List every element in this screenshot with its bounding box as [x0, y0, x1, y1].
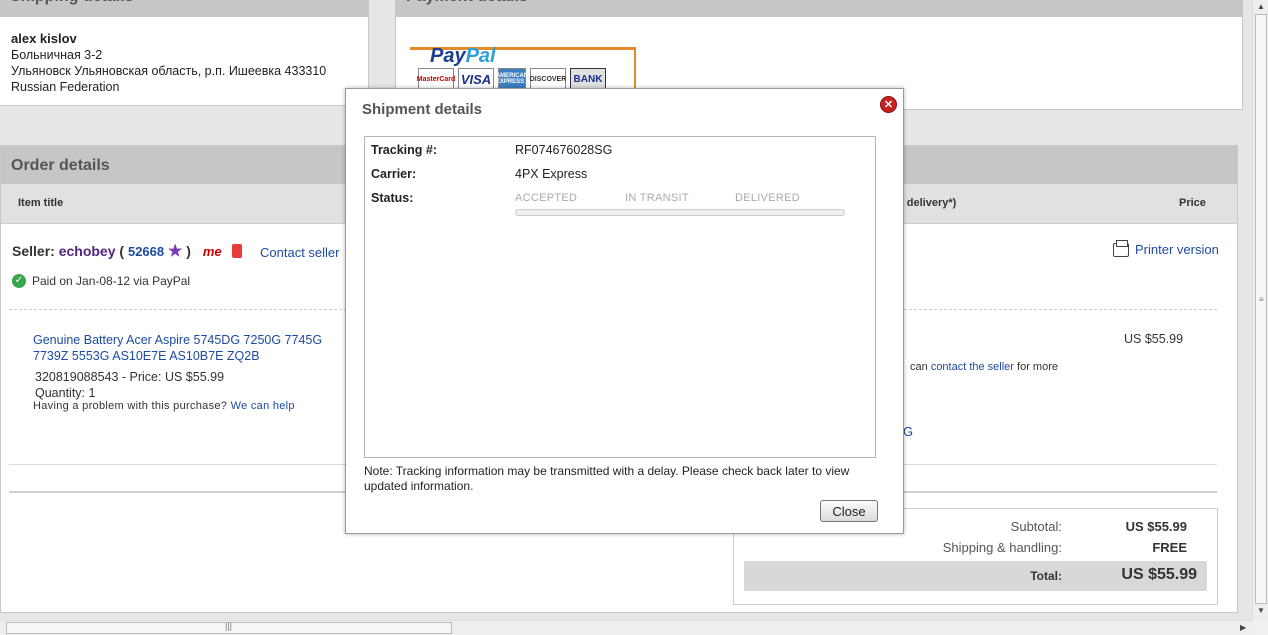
column-delivery: d delivery*) — [897, 197, 957, 209]
column-item-title: Item title — [18, 197, 64, 209]
status-progress-bar — [515, 209, 845, 216]
payment-details-heading: Payment details — [396, 0, 1242, 17]
card-logos: MasterCard VISA AMERICAN EXPRESS DISCOVE… — [417, 68, 606, 90]
mastercard-icon: MasterCard — [417, 68, 455, 90]
tracking-number: RF074676028SG — [515, 143, 613, 157]
item-title-link[interactable]: Genuine Battery Acer Aspire 5745DG 7250G… — [33, 332, 353, 364]
tracking-note: Note: Tracking information may be transm… — [364, 464, 850, 493]
scroll-up-icon[interactable]: ▲ — [1257, 2, 1265, 11]
shipping-value: FREE — [1152, 540, 1187, 555]
total-label: Total: — [1030, 569, 1062, 583]
item-id-price: 320819088543 - Price: US $55.99 — [35, 370, 225, 384]
address-country: Russian Federation — [11, 80, 120, 94]
paypal-logo: PayPal MasterCard VISA AMERICAN EXPRESS … — [410, 45, 636, 91]
bank-icon: BANK — [570, 68, 606, 90]
seller-username[interactable]: echobey — [59, 243, 116, 259]
printer-icon — [1113, 239, 1129, 257]
contact-note-prefix: can — [910, 361, 928, 373]
tracking-box: Tracking #: RF074676028SG Carrier: 4PX E… — [364, 136, 876, 458]
subtotal-label: Subtotal: — [1010, 519, 1062, 534]
checkmark-icon: ✓ — [12, 274, 26, 288]
seller-label: Seller: — [12, 243, 55, 259]
subtotal-value: US $55.99 — [1125, 519, 1187, 534]
feedback-close-paren: ) — [186, 243, 191, 259]
contact-note: can contact the seller for more — [910, 361, 1058, 373]
scrollbar-corner — [1252, 620, 1268, 635]
column-price: Price — [1179, 197, 1206, 209]
item-quantity: Quantity: 1 — [35, 386, 96, 400]
visa-icon: VISA — [458, 68, 494, 90]
scroll-right-icon[interactable]: ▶ — [1240, 623, 1246, 632]
close-x-icon[interactable]: ✕ — [880, 96, 897, 113]
grip-icon: ||| — [225, 621, 233, 631]
feedback-open-paren: ( — [119, 243, 125, 259]
contact-note-suffix: for more — [1017, 361, 1058, 373]
shipment-details-dialog: Shipment details ✕ Tracking #: RF0746760… — [345, 88, 904, 534]
horizontal-scroll-thumb[interactable]: ||| — [6, 621, 452, 634]
status-label: Status: — [371, 191, 414, 205]
scroll-down-icon[interactable]: ▼ — [1257, 606, 1265, 615]
we-can-help-link[interactable]: We can help — [231, 400, 295, 412]
carrier-value: 4PX Express — [515, 167, 588, 181]
vertical-scroll-thumb[interactable]: ≡ — [1255, 14, 1267, 604]
phone-icon — [231, 244, 242, 258]
tracking-label: Tracking #: — [371, 143, 437, 157]
address-line-2: Ульяновск Ульяновская область, р.п. Ишее… — [11, 64, 327, 78]
discover-icon: DISCOVER — [530, 68, 566, 90]
printer-version-label: Printer version — [1135, 242, 1219, 257]
dialog-title: Shipment details — [362, 101, 483, 118]
amex-icon: AMERICAN EXPRESS — [496, 68, 528, 90]
shipping-address: alex kislov Больничная 3-2 Ульяновск Уль… — [11, 31, 326, 95]
help-text: Having a problem with this purchase? — [33, 400, 228, 412]
total-row: Total: US $55.99 — [744, 561, 1207, 591]
contact-seller-link[interactable]: Contact seller — [260, 245, 339, 260]
item-price: US $55.99 — [1124, 332, 1184, 346]
seller-info: Seller: echobey ( 52668 ★ ) me — [12, 241, 242, 261]
address-line-1: Больничная 3-2 — [11, 48, 103, 62]
vertical-scrollbar[interactable]: ▲ ≡ ▼ — [1252, 0, 1268, 620]
horizontal-scrollbar[interactable]: ||| ▶ — [0, 620, 1252, 635]
shipping-label: Shipping & handling: — [942, 540, 1062, 555]
printer-version-link[interactable]: Printer version — [1113, 239, 1219, 257]
carrier-label: Carrier: — [371, 167, 417, 181]
shooting-star-icon: ★ — [168, 243, 183, 260]
paypal-wordmark: PayPal — [430, 45, 496, 67]
grip-icon: ≡ — [1259, 295, 1264, 304]
contact-the-seller-link[interactable]: contact the seller — [931, 361, 1014, 373]
obscured-link[interactable]: G — [903, 424, 913, 439]
shipping-details-panel: Shipping details alex kislov Больничная … — [0, 0, 369, 106]
paid-status: ✓ Paid on Jan-08-12 via PayPal — [12, 274, 190, 288]
close-button[interactable]: Close — [820, 500, 878, 522]
recipient-name: alex kislov — [11, 31, 77, 46]
order-page: Shipping details alex kislov Больничная … — [0, 0, 1252, 620]
total-value: US $55.99 — [1121, 566, 1197, 583]
me-page-icon[interactable]: me — [203, 244, 222, 259]
stage-delivered: DELIVERED — [735, 192, 801, 204]
item-meta: 320819088543 - Price: US $55.99 Quantity… — [35, 369, 224, 401]
purchase-help: Having a problem with this purchase? We … — [33, 400, 295, 412]
feedback-score[interactable]: 52668 — [128, 244, 164, 259]
stage-accepted: ACCEPTED — [515, 192, 578, 204]
paid-text: Paid on Jan-08-12 via PayPal — [32, 274, 191, 288]
shipping-details-heading: Shipping details — [0, 0, 368, 17]
stage-in-transit: IN TRANSIT — [625, 192, 689, 204]
